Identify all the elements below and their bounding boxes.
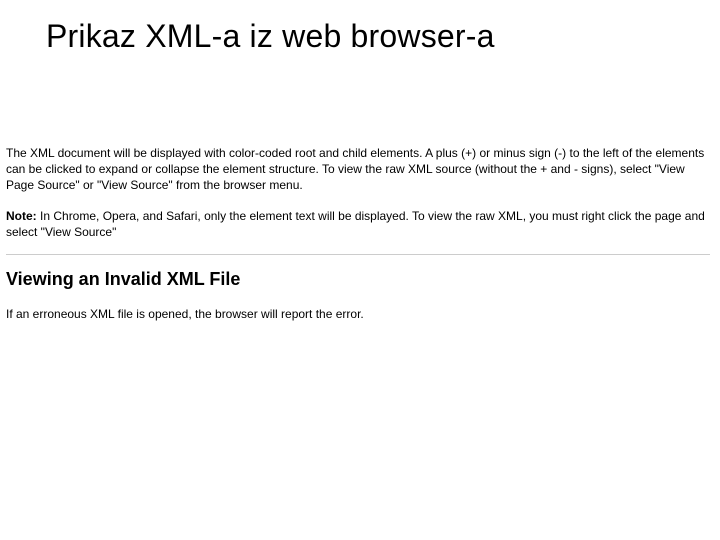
paragraph-error: If an erroneous XML file is opened, the … [6, 306, 710, 322]
note-text: In Chrome, Opera, and Safari, only the e… [6, 209, 705, 239]
slide-container: Prikaz XML-a iz web browser-a The XML do… [0, 0, 720, 540]
paragraph-xml-display: The XML document will be displayed with … [6, 145, 710, 194]
page-title: Prikaz XML-a iz web browser-a [0, 0, 720, 55]
section-heading-invalid: Viewing an Invalid XML File [6, 269, 710, 290]
note-label: Note: [6, 209, 37, 223]
paragraph-note: Note: In Chrome, Opera, and Safari, only… [6, 208, 710, 240]
section-divider [6, 254, 710, 255]
content-area: The XML document will be displayed with … [0, 55, 720, 322]
